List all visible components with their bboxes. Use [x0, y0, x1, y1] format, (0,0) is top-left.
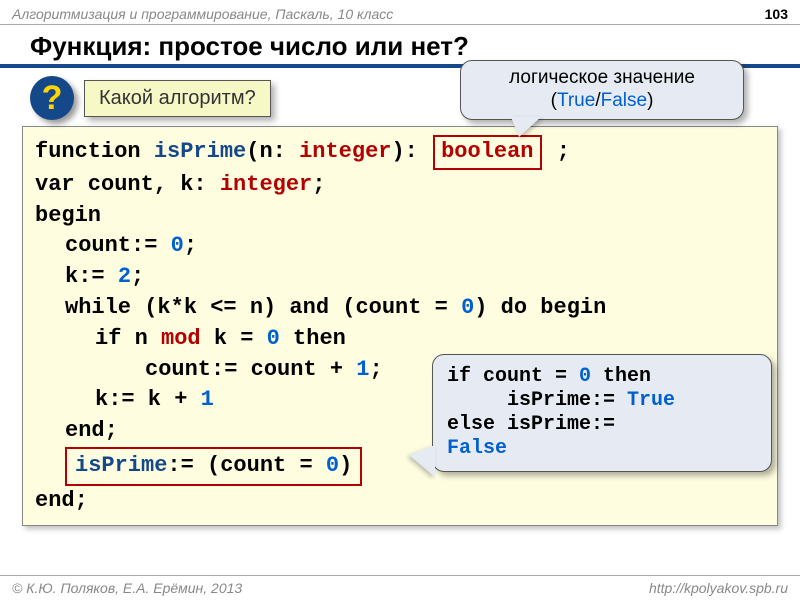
question-mark-icon: ? [30, 76, 74, 120]
callout-line1: логическое значение [477, 67, 727, 90]
code-line-6: while (k*k <= n) and (count = 0) do begi… [35, 293, 765, 324]
code-line-7: if n mod k = 0 then [35, 324, 765, 355]
code-line-1: function isPrime(n: integer): boolean ; [35, 135, 765, 170]
callout-expanded: if count = 0 then isPrime:= True else is… [432, 354, 772, 472]
callout-tail-icon [511, 117, 541, 137]
callout-boolean: логическое значение (True/False) [460, 60, 744, 120]
code-line-3: begin [35, 201, 765, 232]
boolean-box: boolean [433, 135, 541, 170]
footer-url: http://kpolyakov.spb.ru [649, 580, 788, 596]
callout-tail-icon [409, 445, 435, 477]
code-line-4: count:= 0; [35, 231, 765, 262]
code-line-2: var count, k: integer; [35, 170, 765, 201]
copyright: © К.Ю. Поляков, Е.А. Ерёмин, 2013 [12, 580, 242, 596]
c2-line-2: isPrime:= True [447, 389, 757, 413]
slide-footer: © К.Ю. Поляков, Е.А. Ерёмин, 2013 http:/… [0, 575, 800, 600]
callout-line2: (True/False) [477, 90, 727, 113]
c2-line-4: False [447, 437, 757, 461]
page-number: 103 [765, 6, 788, 22]
true-literal: True [557, 90, 595, 111]
c2-line-1: if count = 0 then [447, 365, 757, 389]
code-line-12: end; [35, 486, 765, 517]
result-box: isPrime:= (count = 0) [65, 447, 362, 486]
slide-header: Алгоритмизация и программирование, Паска… [0, 0, 800, 25]
course-name: Алгоритмизация и программирование, Паска… [12, 6, 393, 22]
paren-close: ) [647, 90, 653, 111]
c2-line-3: else isPrime:= [447, 413, 757, 437]
code-line-5: k:= 2; [35, 262, 765, 293]
false-literal: False [601, 90, 647, 111]
question-box: Какой алгоритм? [84, 80, 271, 117]
